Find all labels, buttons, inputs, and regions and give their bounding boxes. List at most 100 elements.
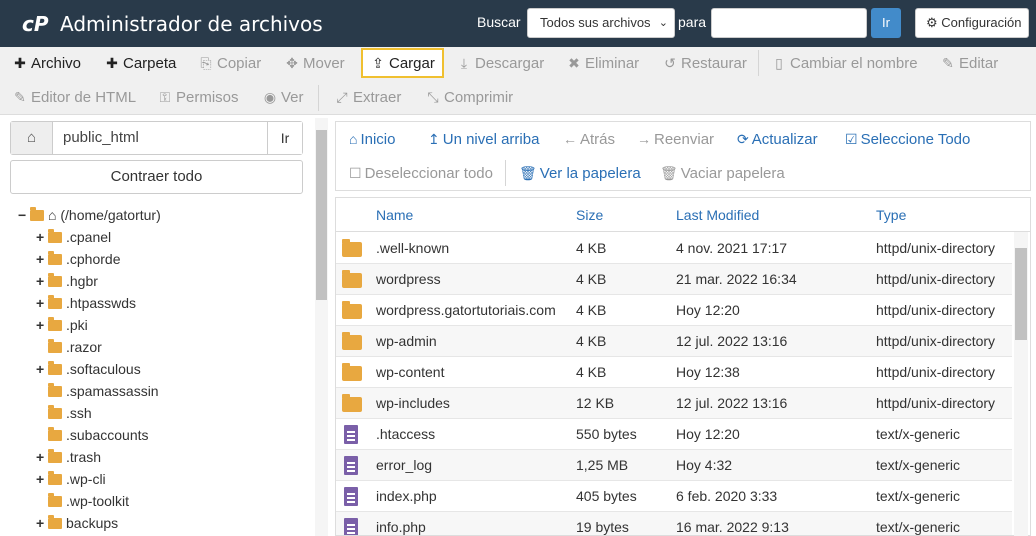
table-row[interactable]: wordpress 4 KB 21 mar. 2022 16:34 httpd/uni… [336, 264, 1012, 295]
new-file-button[interactable]: ✚ Archivo [12, 49, 81, 77]
column-header-size[interactable]: Size [576, 198, 603, 232]
refresh-button[interactable]: ⟳ Actualizar [737, 128, 818, 150]
search-input[interactable] [711, 8, 867, 38]
tree-item-wp-toolkit[interactable]: .wp-toolkit [36, 490, 129, 512]
back-button[interactable]: ← Atrás [563, 128, 615, 150]
checkbox-empty-icon: ☐ [349, 165, 362, 181]
column-header-name[interactable]: Name [376, 198, 413, 232]
expand-icon[interactable]: + [36, 446, 48, 468]
collapse-all-button[interactable]: Contraer todo [10, 160, 303, 194]
expand-icon[interactable]: + [36, 468, 48, 490]
up-one-level-button[interactable]: ↥ Un nivel arriba [428, 128, 539, 150]
path-go-button[interactable]: Ir [267, 122, 302, 154]
home-icon[interactable]: ⌂ [11, 122, 53, 154]
folder-icon [48, 317, 62, 331]
tree-item-root[interactable]: − ⌂ (/home/gatortur) [18, 204, 161, 226]
home-icon: ⌂ [349, 131, 358, 147]
table-row[interactable]: wp-includes 12 KB 12 jul. 2022 13:16 httpd/… [336, 388, 1012, 419]
search-scope-select[interactable]: Todos sus archivos ⌄ [527, 8, 675, 38]
new-folder-button[interactable]: ✚ Carpeta [104, 49, 176, 77]
expand-icon[interactable]: + [36, 248, 48, 270]
table-row[interactable]: wordpress.gatortutoriais.com 4 KB Hoy 12:2… [336, 295, 1012, 326]
file-icon [344, 518, 358, 535]
compress-button[interactable]: ⤡ Comprimir [425, 83, 513, 111]
file-size: 4 KB [576, 333, 607, 349]
file-size: 12 KB [576, 395, 615, 411]
view-button[interactable]: ◉ Ver [262, 83, 304, 111]
edit-button[interactable]: ✎ Editar [940, 49, 998, 77]
delete-button[interactable]: ✖ Eliminar [566, 49, 639, 77]
table-row[interactable]: error_log 1,25 MB Hoy 4:32 text/x-generic [336, 450, 1012, 481]
tree-item-subaccounts[interactable]: .subaccounts [36, 424, 149, 446]
rename-label: Cambiar el nombre [790, 55, 918, 72]
tree-item-ssh[interactable]: .ssh [36, 402, 92, 424]
upload-button[interactable]: ⇪ Cargar [361, 48, 444, 78]
column-header-type[interactable]: Type [876, 198, 906, 232]
restore-button[interactable]: ↺ Restaurar [662, 49, 747, 77]
left-scrollbar-thumb[interactable] [316, 130, 327, 300]
undo-icon: ↺ [664, 55, 676, 71]
move-label: Mover [303, 55, 345, 72]
copy-button[interactable]: ⎘ Copiar [198, 49, 261, 77]
expand-icon[interactable]: + [36, 314, 48, 336]
html-editor-button[interactable]: ✎ Editor de HTML [12, 83, 136, 111]
table-row[interactable]: wp-admin 4 KB 12 jul. 2022 13:16 httpd/unix… [336, 326, 1012, 357]
rename-button[interactable]: ▯ Cambiar el nombre [771, 49, 918, 77]
plus-icon: ✚ [106, 55, 118, 71]
search-go-button[interactable]: Ir [871, 8, 901, 38]
empty-trash-button[interactable]: 🗑 Vaciar papelera [660, 162, 785, 184]
folder-icon [48, 427, 62, 441]
tree-item-spamassassin[interactable]: .spamassassin [36, 380, 159, 402]
expand-icon[interactable]: + [36, 226, 48, 248]
tree-item-pki[interactable]: + .pki [36, 314, 88, 336]
table-row[interactable]: index.php 405 bytes 6 feb. 2020 3:33 text/x… [336, 481, 1012, 512]
tree-item-hgbr[interactable]: + .hgbr [36, 270, 98, 292]
column-header-modified[interactable]: Last Modified [676, 198, 759, 232]
html-editor-icon: ✎ [14, 89, 26, 105]
move-button[interactable]: ✥ Mover [284, 49, 345, 77]
tree-item-htpasswds[interactable]: + .htpasswds [36, 292, 136, 314]
settings-button[interactable]: ⚙ Configuración [915, 8, 1029, 38]
file-modified: 21 mar. 2022 16:34 [676, 271, 797, 287]
view-trash-button[interactable]: 🗑 Ver la papelera [519, 162, 641, 184]
file-type: httpd/unix-directory [876, 333, 996, 349]
table-row[interactable]: wp-content 4 KB Hoy 12:38 httpd/unix-direct… [336, 357, 1012, 388]
tree-item-label: .wp-cli [66, 471, 106, 487]
home-button[interactable]: ⌂ Inicio [349, 128, 396, 150]
file-type: text/x-generic [876, 457, 961, 473]
table-scrollbar-thumb[interactable] [1015, 248, 1027, 340]
expand-icon: ⤢ [336, 89, 348, 105]
level-up-icon: ↥ [428, 131, 440, 147]
expand-icon[interactable]: + [36, 292, 48, 314]
forward-button[interactable]: → Reenviar [637, 128, 714, 150]
rename-icon: ▯ [775, 55, 783, 71]
tree-item-backups[interactable]: + backups [36, 512, 118, 534]
tree-item-wp-cli[interactable]: + .wp-cli [36, 468, 106, 490]
table-row[interactable]: .htaccess 550 bytes Hoy 12:20 text/x-generi… [336, 419, 1012, 450]
path-input[interactable]: public_html [63, 122, 139, 154]
expand-icon[interactable]: + [36, 358, 48, 380]
file-name: wp-includes [376, 395, 450, 411]
file-name: wordpress [376, 271, 441, 287]
expand-icon[interactable]: + [36, 512, 48, 534]
expand-icon[interactable]: + [36, 270, 48, 292]
tree-item-softaculous[interactable]: + .softaculous [36, 358, 141, 380]
collapse-icon[interactable]: − [18, 204, 30, 226]
file-table: Name Size Last Modified Type .well-known… [335, 197, 1031, 536]
extract-button[interactable]: ⤢ Extraer [334, 83, 401, 111]
view-label: Ver [281, 89, 304, 106]
deselect-all-button[interactable]: ☐ Deseleccionar todo [349, 162, 493, 184]
tree-item-cphorde[interactable]: + .cphorde [36, 248, 120, 270]
permissions-button[interactable]: ⚿ Permisos [157, 83, 239, 111]
file-type: text/x-generic [876, 488, 961, 504]
table-header: Name Size Last Modified Type [336, 198, 1030, 232]
file-size: 405 bytes [576, 488, 637, 504]
tree-item-trash[interactable]: + .trash [36, 446, 101, 468]
select-all-button[interactable]: ☑ Seleccione Todo [845, 128, 970, 150]
table-row[interactable]: .well-known 4 KB 4 nov. 2021 17:17 httpd/un… [336, 233, 1012, 264]
table-row[interactable]: info.php 19 bytes 16 mar. 2022 9:13 text/x-… [336, 512, 1012, 535]
tree-item-cpanel[interactable]: + .cpanel [36, 226, 111, 248]
download-button[interactable]: ⤓ Descargar [456, 49, 544, 77]
tree-item-razor[interactable]: .razor [36, 336, 102, 358]
search-scope-value: Todos sus archivos [540, 15, 651, 30]
